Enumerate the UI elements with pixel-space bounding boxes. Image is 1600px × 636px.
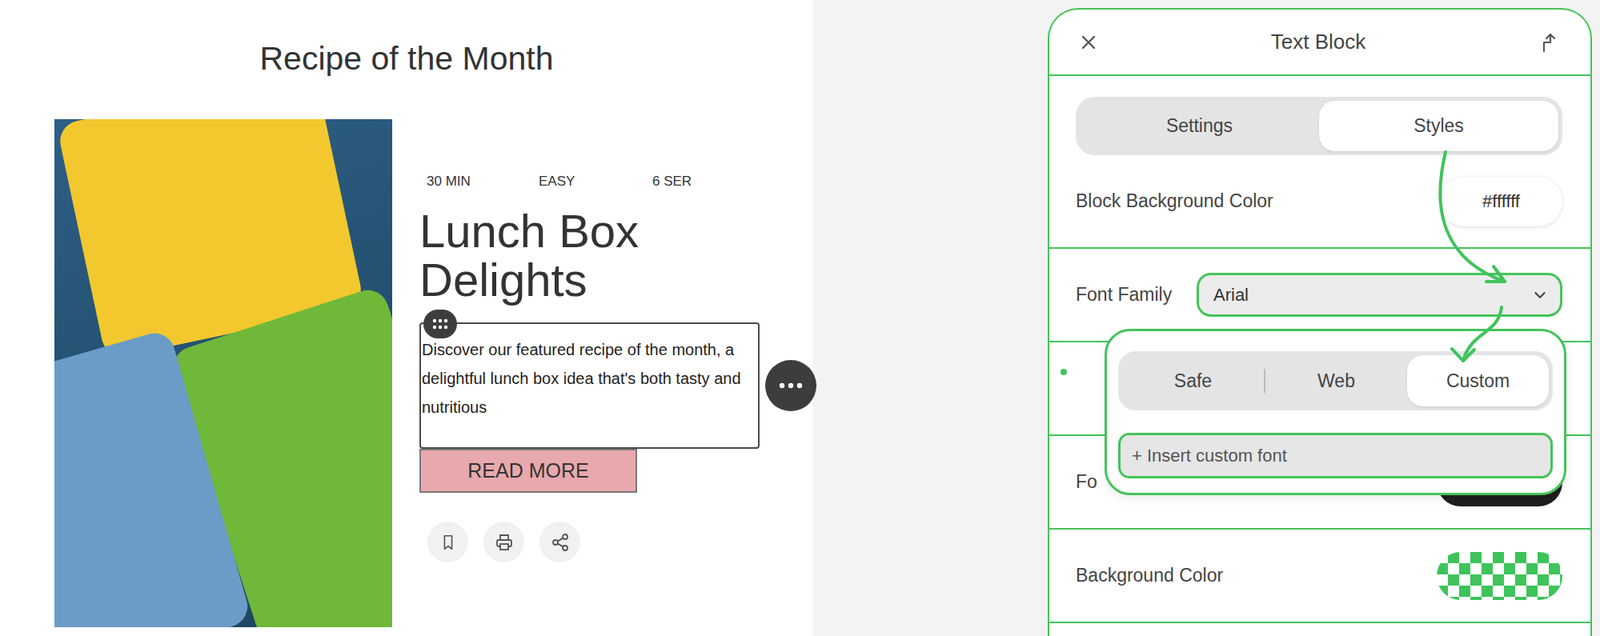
text-block[interactable]: Discover our featured recipe of the mont… — [419, 322, 760, 450]
action-buttons — [419, 521, 581, 563]
share-icon — [550, 533, 570, 553]
meta-item: 6 SER — [652, 172, 692, 191]
page: Recipe of the Month 30 MINEASY6 SER Lunch … — [0, 0, 1600, 636]
close-icon — [1079, 33, 1098, 52]
bookmark-icon — [439, 533, 458, 553]
meta-item: 30 MIN — [426, 172, 539, 191]
curved-arrow-up-icon — [1539, 32, 1557, 53]
editor-area: Text BlockSettingsStylesBlock Background… — [813, 0, 1600, 636]
font-dropdown: SafeWebCustom + Insert custom font — [1104, 328, 1567, 496]
recipe-details: 30 MINEASY6 SER Lunch Box Delights Discove… — [419, 119, 760, 628]
drag-handle-icon[interactable] — [423, 309, 458, 339]
select-value: Arial — [1213, 284, 1249, 306]
font-source-tab[interactable]: Safe — [1122, 355, 1264, 407]
panel-tab[interactable]: Settings — [1079, 100, 1320, 152]
recipe-canvas: Recipe of the Month 30 MINEASY6 SER Lunch … — [0, 0, 814, 636]
recipe-photo — [54, 119, 393, 628]
color-value-field[interactable]: #ffffff — [1439, 176, 1563, 227]
export-button[interactable] — [1537, 32, 1559, 53]
dots-grid-icon — [432, 318, 449, 330]
share-button[interactable] — [539, 521, 581, 563]
more-options-button[interactable] — [765, 360, 817, 412]
description[interactable]: Discover our featured recipe of the mont… — [421, 335, 756, 422]
panel-title: Text Block — [1271, 29, 1367, 55]
panel-tab[interactable]: Styles — [1319, 100, 1559, 152]
section-title: Recipe of the Month — [0, 0, 814, 78]
row-label: Background Color — [1075, 565, 1224, 587]
text-block-panel: Text BlockSettingsStylesBlock Background… — [1047, 8, 1592, 636]
ellipsis-icon — [778, 382, 803, 389]
row-label: Fo — [1075, 471, 1098, 494]
recipe-card: 30 MINEASY6 SER Lunch Box Delights Discove… — [0, 119, 814, 628]
font-family-select[interactable]: Arial — [1196, 272, 1563, 317]
chevron-down-icon — [1531, 286, 1549, 305]
row-label: Font Family — [1075, 284, 1172, 306]
style-row: Block Background Color #ffffff — [1049, 155, 1591, 249]
recipe-title: Lunch Box Delights — [419, 206, 760, 305]
panel-tabs: SettingsStyles — [1075, 96, 1563, 156]
meta-item: EASY — [538, 172, 653, 191]
panel-header: Text Block — [1049, 9, 1591, 77]
font-source-tab[interactable]: Web — [1265, 355, 1408, 407]
transparent-swatch[interactable] — [1436, 552, 1563, 601]
print-icon — [494, 533, 514, 553]
print-button[interactable] — [483, 521, 525, 563]
style-row: Background Color — [1049, 529, 1591, 624]
font-source-tab[interactable]: Custom — [1407, 355, 1549, 407]
recipe-meta: 30 MINEASY6 SER — [419, 172, 692, 191]
marker-dot — [1060, 368, 1067, 376]
read-more-button[interactable]: READ MORE — [419, 449, 638, 494]
row-label: Block Background Color — [1075, 190, 1274, 213]
panel-tabs-wrap: SettingsStyles — [1049, 76, 1591, 156]
bookmark-button[interactable] — [427, 521, 469, 563]
insert-custom-font-button[interactable]: + Insert custom font — [1118, 433, 1553, 479]
close-button[interactable] — [1078, 32, 1099, 53]
font-source-tabs: SafeWebCustom — [1118, 351, 1553, 411]
